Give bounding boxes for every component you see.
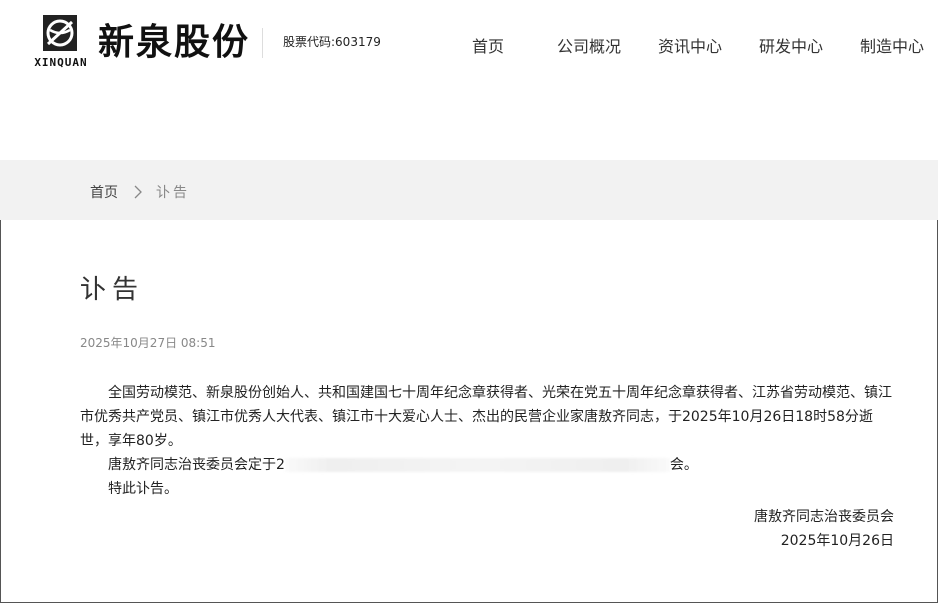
nav-item-company-overview[interactable]: 公司概况 [557,33,621,57]
article-body: 全国劳动模范、新泉股份创始人、共和国建国七十周年纪念章获得者、光荣在党五十周年纪… [80,381,894,553]
breadcrumb: 首页 讣告 [90,182,190,202]
redacted-blur [284,458,670,472]
breadcrumb-current: 讣告 [156,185,190,201]
breadcrumb-home-link[interactable]: 首页 [90,182,118,202]
breadcrumb-bar: 首页 讣告 [0,160,938,220]
article-date: 2025年10月27日 08:51 [80,336,216,350]
paragraph-text-end: 会。 [669,457,698,473]
signature-date: 2025年10月26日 [780,533,894,549]
nav-item-home[interactable]: 首页 [472,33,504,57]
signature-org: 唐敖齐同志治丧委员会 [754,509,894,525]
article-title: 讣告 [80,275,145,305]
article-paragraph-redacted: 唐敖齐同志治丧委员会定于2 会。 [80,453,894,477]
chevron-right-icon [134,185,142,199]
nav-item-news-center[interactable]: 资讯中心 [658,33,722,57]
stock-code: 股票代码:603179 [283,35,381,49]
site-header: XINQUAN 新泉股份 股票代码:603179 首页 公司概况 资讯中心 研发… [0,0,938,160]
nav-item-manufacturing-center[interactable]: 制造中心 [860,33,924,57]
logo-wordmark: XINQUAN [34,56,88,69]
article: 讣告 2025年10月27日 08:51 全国劳动模范、新泉股份创始人、共和国建… [80,270,894,553]
header-divider [262,28,263,58]
xinquan-logo-icon [43,15,77,51]
article-paragraph: 全国劳动模范、新泉股份创始人、共和国建国七十周年纪念章获得者、光荣在党五十周年纪… [80,385,892,449]
paragraph-text-start: 唐敖齐同志治丧委员会定于2 [108,457,285,473]
nav-item-rd-center[interactable]: 研发中心 [759,33,823,57]
company-logo[interactable]: XINQUAN [30,14,92,70]
brand-name[interactable]: 新泉股份 [98,18,250,66]
article-closing: 特此讣告。 [108,481,178,497]
